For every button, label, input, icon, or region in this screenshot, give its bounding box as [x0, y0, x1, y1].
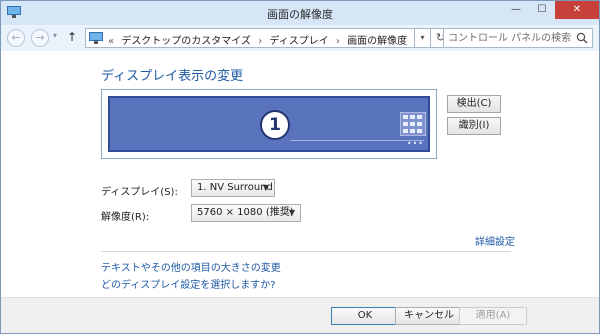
- display-label: ディスプレイ(S):: [101, 187, 178, 198]
- breadcrumb-separator-icon[interactable]: ›: [258, 36, 262, 47]
- search-box[interactable]: [443, 28, 593, 48]
- resolution-select[interactable]: 5760 × 1080 (推奨) ▼: [191, 204, 301, 222]
- dialog-footer: OK キャンセル 適用(A): [1, 297, 599, 333]
- minimize-button[interactable]: —: [503, 1, 529, 19]
- display-select[interactable]: 1. NV Surround ▼: [191, 179, 275, 197]
- detect-button[interactable]: 検出(C): [447, 95, 501, 113]
- breadcrumb-screen-resolution[interactable]: 画面の解像度: [347, 36, 407, 47]
- address-toolbar: ← → ▾ ↑ « デスクトップのカスタマイズ › ディスプレイ › 画面の解像…: [1, 25, 599, 51]
- breadcrumb-personalization[interactable]: デスクトップのカスタマイズ: [121, 36, 251, 47]
- monitor-number-badge: 1: [260, 110, 290, 140]
- chevron-down-icon: ▼: [262, 183, 269, 192]
- resolution-label: 解像度(R):: [101, 212, 150, 223]
- ok-button[interactable]: OK: [331, 307, 399, 325]
- screen-resolution-window: 画面の解像度 — ☐ ✕ ← → ▾ ↑ « デスクトップのカスタマイズ › デ…: [0, 0, 600, 334]
- monitor-dots: •••: [406, 139, 424, 148]
- breadcrumb-display[interactable]: ディスプレイ: [269, 36, 328, 47]
- address-dropdown-button[interactable]: ▾: [415, 28, 431, 48]
- breadcrumb-overflow[interactable]: «: [108, 36, 114, 47]
- apply-button[interactable]: 適用(A): [459, 307, 527, 325]
- up-button[interactable]: ↑: [67, 30, 77, 44]
- close-button[interactable]: ✕: [555, 1, 599, 19]
- address-bar[interactable]: « デスクトップのカスタマイズ › ディスプレイ › 画面の解像度: [85, 28, 415, 48]
- identify-button[interactable]: 識別(I): [447, 117, 501, 135]
- recent-pages-chevron-down-icon[interactable]: ▾: [53, 31, 57, 40]
- chevron-down-icon: ▼: [288, 208, 295, 217]
- divider: [101, 251, 511, 252]
- maximize-button[interactable]: ☐: [529, 1, 555, 19]
- search-input[interactable]: [448, 31, 572, 45]
- forward-button[interactable]: →: [31, 29, 49, 47]
- resolution-select-value: 5760 × 1080 (推奨): [197, 207, 294, 218]
- display-settings-help-link[interactable]: どのディスプレイ設定を選択しますか?: [101, 276, 276, 291]
- advanced-settings-link[interactable]: 詳細設定: [475, 233, 515, 248]
- start-screen-grid-icon: [400, 112, 426, 136]
- main-content: ディスプレイ表示の変更 1 ••• 検出(C) 識別(I) ディスプレイ(S):…: [1, 51, 599, 297]
- breadcrumb-separator-icon[interactable]: ›: [336, 36, 340, 47]
- display-arrangement-area: 1 •••: [101, 89, 437, 159]
- text-size-link[interactable]: テキストやその他の項目の大きさの変更: [101, 259, 281, 274]
- title-bar[interactable]: 画面の解像度 — ☐ ✕: [1, 1, 599, 25]
- monitor-1[interactable]: 1 •••: [108, 96, 430, 152]
- breadcrumb: « デスクトップのカスタマイズ › ディスプレイ › 画面の解像度: [108, 32, 411, 47]
- cancel-button[interactable]: キャンセル: [395, 307, 463, 325]
- control-panel-icon: [89, 32, 103, 44]
- display-select-value: 1. NV Surround: [197, 182, 273, 193]
- taskbar-line: [290, 140, 424, 141]
- page-title: ディスプレイ表示の変更: [101, 69, 244, 84]
- search-icon[interactable]: [576, 32, 588, 44]
- back-button[interactable]: ←: [7, 29, 25, 47]
